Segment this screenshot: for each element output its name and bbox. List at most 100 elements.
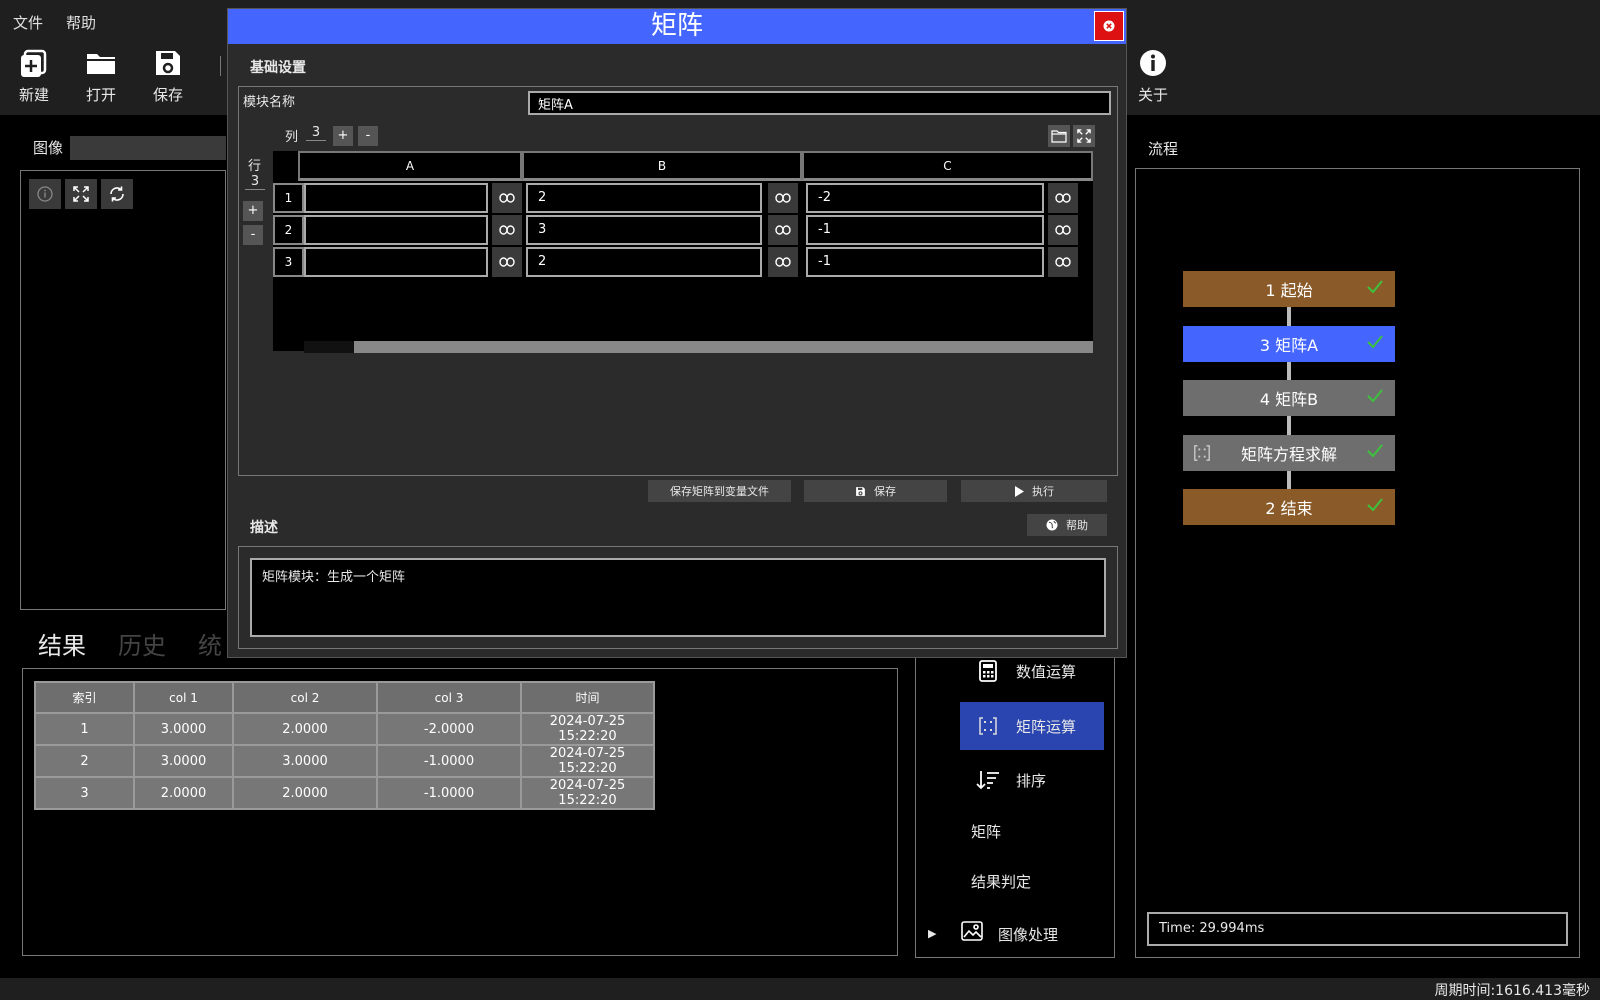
flow-node-label: 矩阵方程求解: [1240, 445, 1337, 464]
table-row[interactable]: 1 3.0000 2.0000 -2.0000 2024-07-25 15:22…: [34, 712, 655, 746]
save-matrix-to-variable-button[interactable]: 保存矩阵到变量文件: [648, 480, 791, 502]
dialog-close-button[interactable]: [1094, 11, 1124, 41]
column-header-c[interactable]: C: [802, 151, 1093, 181]
rows-count[interactable]: 3: [245, 174, 265, 190]
row-header[interactable]: 3: [273, 247, 304, 277]
scrollbar-thumb[interactable]: [354, 341, 1093, 353]
menu-help[interactable]: 帮助: [66, 12, 96, 33]
matrix-cell-c1[interactable]: -2: [806, 183, 1044, 213]
tab-statistics[interactable]: 统: [198, 626, 222, 661]
link-button[interactable]: [492, 183, 522, 213]
flow-node-matrix-a[interactable]: 3 矩阵A: [1183, 326, 1395, 362]
menu-file[interactable]: 文件: [13, 12, 43, 33]
dialog-title-bar[interactable]: 矩阵: [228, 9, 1126, 44]
cols-remove-button[interactable]: -: [358, 126, 378, 146]
table-cell: -2.0000: [376, 712, 522, 746]
link-button[interactable]: [1048, 247, 1078, 277]
link-button[interactable]: [768, 183, 798, 213]
new-button[interactable]: 新建: [9, 48, 59, 105]
fullscreen-button[interactable]: [1073, 125, 1095, 147]
image-path-field[interactable]: [70, 136, 226, 160]
image-fit-button[interactable]: [65, 179, 97, 209]
check-icon: [1367, 335, 1383, 349]
link-button[interactable]: [1048, 215, 1078, 245]
matrix-cell-a1[interactable]: [304, 183, 488, 213]
rows-remove-button[interactable]: -: [243, 225, 263, 245]
matrix-cell-b3[interactable]: 2: [526, 247, 762, 277]
grid-horizontal-scrollbar[interactable]: [304, 341, 1093, 353]
flow-node-start[interactable]: 1 起始: [1183, 271, 1395, 307]
save-button[interactable]: 保存: [804, 480, 947, 502]
help-button[interactable]: 帮助: [1027, 514, 1107, 536]
save-toolbar-button[interactable]: 保存: [143, 48, 193, 105]
image-process-icon: [961, 921, 985, 947]
table-cell: 2024-07-25 15:22:20: [520, 776, 655, 810]
table-cell: -1.0000: [376, 776, 522, 810]
column-header-b[interactable]: B: [522, 151, 802, 181]
save-toolbar-label: 保存: [152, 86, 183, 104]
matrix-cell-c3[interactable]: -1: [806, 247, 1044, 277]
table-cell: 2.0000: [232, 776, 378, 810]
link-button[interactable]: [492, 215, 522, 245]
lib-item-matrix-ops[interactable]: 矩阵运算: [960, 702, 1104, 750]
image-refresh-button[interactable]: [101, 179, 133, 209]
expand-arrow-icon[interactable]: ▶: [928, 927, 936, 940]
results-table: 索引 col 1 col 2 col 3 时间 1 3.0000 2.0000 …: [34, 681, 655, 810]
matrix-cell-c2[interactable]: -1: [806, 215, 1044, 245]
table-row[interactable]: 3 2.0000 2.0000 -1.0000 2024-07-25 15:22…: [34, 776, 655, 810]
row-header[interactable]: 2: [273, 215, 304, 245]
lib-item-sort[interactable]: 排序: [960, 756, 1104, 804]
refresh-icon: [110, 186, 124, 202]
open-folder-button[interactable]: [1048, 125, 1070, 147]
about-label: 关于: [1137, 86, 1168, 104]
matrix-cell-a2[interactable]: [304, 215, 488, 245]
lib-item-image-processing[interactable]: 图像处理: [998, 924, 1058, 945]
table-row[interactable]: 2 3.0000 3.0000 -1.0000 2024-07-25 15:22…: [34, 744, 655, 778]
matrix-cell-b1[interactable]: 2: [526, 183, 762, 213]
button-label: 保存矩阵到变量文件: [670, 485, 769, 498]
tab-results[interactable]: 结果: [38, 626, 86, 661]
table-cell: 2.0000: [133, 776, 234, 810]
play-icon: [1015, 485, 1024, 497]
row-header[interactable]: 1: [273, 183, 304, 213]
flow-node-matrix-solve[interactable]: 矩阵方程求解: [1183, 435, 1395, 471]
tab-history[interactable]: 历史: [118, 626, 166, 661]
module-name-input[interactable]: [528, 91, 1111, 115]
results-header-col2: col 2: [232, 681, 378, 714]
open-button[interactable]: 打开: [76, 48, 126, 105]
flow-time-readout: Time: 29.994ms: [1147, 912, 1568, 946]
image-panel-title: 图像: [33, 139, 64, 157]
button-label: 执行: [1032, 485, 1054, 498]
link-button[interactable]: [768, 215, 798, 245]
run-button[interactable]: 执行: [961, 480, 1107, 502]
column-header-a[interactable]: A: [298, 151, 522, 181]
image-info-button[interactable]: [29, 179, 61, 209]
about-button[interactable]: 关于: [1128, 48, 1178, 105]
check-icon: [1367, 498, 1383, 512]
link-button[interactable]: [492, 247, 522, 277]
results-header-time: 时间: [520, 681, 655, 714]
cols-add-button[interactable]: +: [333, 126, 353, 146]
results-header-col3: col 3: [376, 681, 522, 714]
matrix-cell-b2[interactable]: 3: [526, 215, 762, 245]
table-cell: 3.0000: [232, 744, 378, 778]
table-cell: -1.0000: [376, 744, 522, 778]
matrix-cell-a3[interactable]: [304, 247, 488, 277]
link-button[interactable]: [1048, 183, 1078, 213]
link-icon: [499, 257, 515, 267]
lib-item-matrix[interactable]: 矩阵: [971, 821, 1001, 842]
flow-node-end[interactable]: 2 结束: [1183, 489, 1395, 525]
dialog-title: 矩阵: [650, 11, 703, 41]
rows-add-button[interactable]: +: [243, 201, 263, 221]
description-textbox[interactable]: 矩阵模块：生成一个矩阵: [250, 558, 1106, 637]
cols-count[interactable]: 3: [306, 125, 326, 141]
link-icon: [775, 225, 791, 235]
results-header-row: 索引 col 1 col 2 col 3 时间: [34, 681, 655, 714]
link-button[interactable]: [768, 247, 798, 277]
rows-label: 行: [248, 159, 262, 174]
lib-item-result-check[interactable]: 结果判定: [971, 871, 1031, 892]
link-icon: [1055, 193, 1071, 203]
new-file-icon: [21, 49, 47, 77]
floppy-icon: [156, 51, 180, 75]
flow-node-matrix-b[interactable]: 4 矩阵B: [1183, 380, 1395, 416]
